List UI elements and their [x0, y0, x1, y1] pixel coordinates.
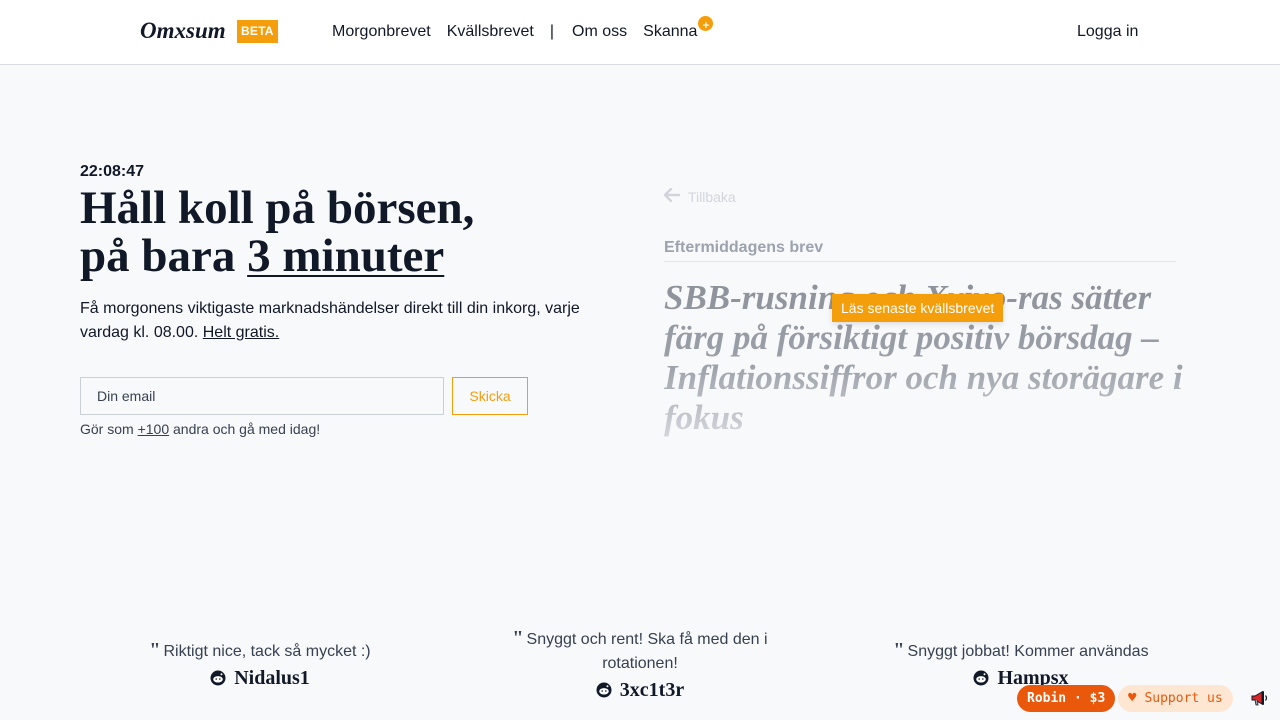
social-proof: Gör som +100 andra och gå med idag! — [80, 421, 320, 437]
nav-link-morgonbrevet[interactable]: Morgonbrevet — [332, 22, 431, 42]
divider — [664, 261, 1176, 262]
testimonial-quote: " Riktigt nice, tack så mycket :) — [140, 638, 380, 664]
send-button[interactable]: Skicka — [452, 377, 528, 415]
main-nav: Morgonbrevet Kvällsbrevet | Om oss Skann… — [332, 16, 714, 42]
testimonial-text: Riktigt nice, tack så mycket :) — [163, 643, 371, 660]
testimonial: " Riktigt nice, tack så mycket :) Nidalus… — [140, 638, 380, 690]
free-link[interactable]: Helt gratis. — [203, 324, 279, 341]
quote-icon: " — [149, 639, 161, 661]
live-clock: 22:08:47 — [80, 163, 145, 180]
back-link[interactable]: Tillbaka — [663, 186, 736, 207]
hero-title-line2-prefix: på bara — [80, 230, 248, 282]
robin-tip-badge[interactable]: Robin · $3 — [1017, 685, 1116, 712]
nav-link-om-oss[interactable]: Om oss — [572, 22, 627, 42]
reddit-icon — [210, 670, 226, 686]
hero-title-line1: Håll koll på börsen, — [80, 182, 475, 234]
nav-link-skanna-label: Skanna — [643, 23, 698, 40]
testimonial-author: 3xc1t3r — [500, 678, 780, 702]
quote-icon: " — [893, 639, 905, 661]
arrow-left-icon — [663, 186, 681, 207]
top-navbar: Omxsum BETA Morgonbrevet Kvällsbrevet | … — [0, 0, 1280, 65]
support-us-label: Support us — [1144, 691, 1223, 706]
hero-lead-text: Få morgonens viktigaste marknadshändelse… — [80, 300, 580, 341]
beta-badge: BETA — [237, 20, 278, 43]
testimonial-author-name: Nidalus1 — [234, 667, 310, 689]
subscriber-count-link[interactable]: +100 — [138, 421, 170, 437]
testimonial-author: Hampsx — [881, 666, 1161, 690]
support-us-button[interactable]: ♥ Support us — [1118, 685, 1233, 712]
testimonial: " Snyggt jobbat! Kommer användas Hampsx — [881, 638, 1161, 690]
plus-badge-icon: + — [698, 16, 714, 32]
social-proof-prefix: Gör som — [80, 421, 138, 437]
reddit-icon — [973, 670, 989, 686]
reddit-icon — [596, 682, 612, 698]
newsletter-preview-label: Eftermiddagens brev — [664, 239, 824, 256]
testimonial-author: Nidalus1 — [140, 666, 380, 690]
megaphone-icon[interactable] — [1250, 689, 1270, 707]
nav-separator: | — [549, 23, 555, 40]
hero-title: Håll koll på börsen, på bara 3 minuter — [80, 184, 640, 280]
social-proof-suffix: andra och gå med idag! — [169, 421, 321, 437]
nav-link-kvallsbrevet[interactable]: Kvällsbrevet — [447, 22, 534, 42]
read-latest-button[interactable]: Läs senaste kvällsbrevet — [832, 294, 1004, 322]
heart-icon: ♥ — [1128, 690, 1137, 706]
testimonial-text: Snyggt och rent! Ska få med den i rotati… — [526, 631, 768, 672]
site-logo[interactable]: Omxsum — [140, 18, 226, 44]
login-link[interactable]: Logga in — [1077, 22, 1138, 42]
quote-icon: " — [512, 627, 524, 649]
email-input[interactable] — [80, 377, 444, 415]
testimonial-quote: " Snyggt och rent! Ska få med den i rotat… — [500, 626, 780, 676]
hero-title-highlight: 3 minuter — [247, 230, 445, 282]
hero-lead: Få morgonens viktigaste marknadshändelse… — [80, 297, 580, 345]
testimonial-author-name: 3xc1t3r — [619, 679, 685, 701]
testimonial: " Snyggt och rent! Ska få med den i rotat… — [500, 626, 780, 702]
back-link-label: Tillbaka — [688, 188, 736, 205]
nav-link-skanna[interactable]: Skanna + — [643, 16, 714, 42]
testimonial-quote: " Snyggt jobbat! Kommer användas — [881, 638, 1161, 664]
testimonial-text: Snyggt jobbat! Kommer användas — [907, 643, 1149, 660]
